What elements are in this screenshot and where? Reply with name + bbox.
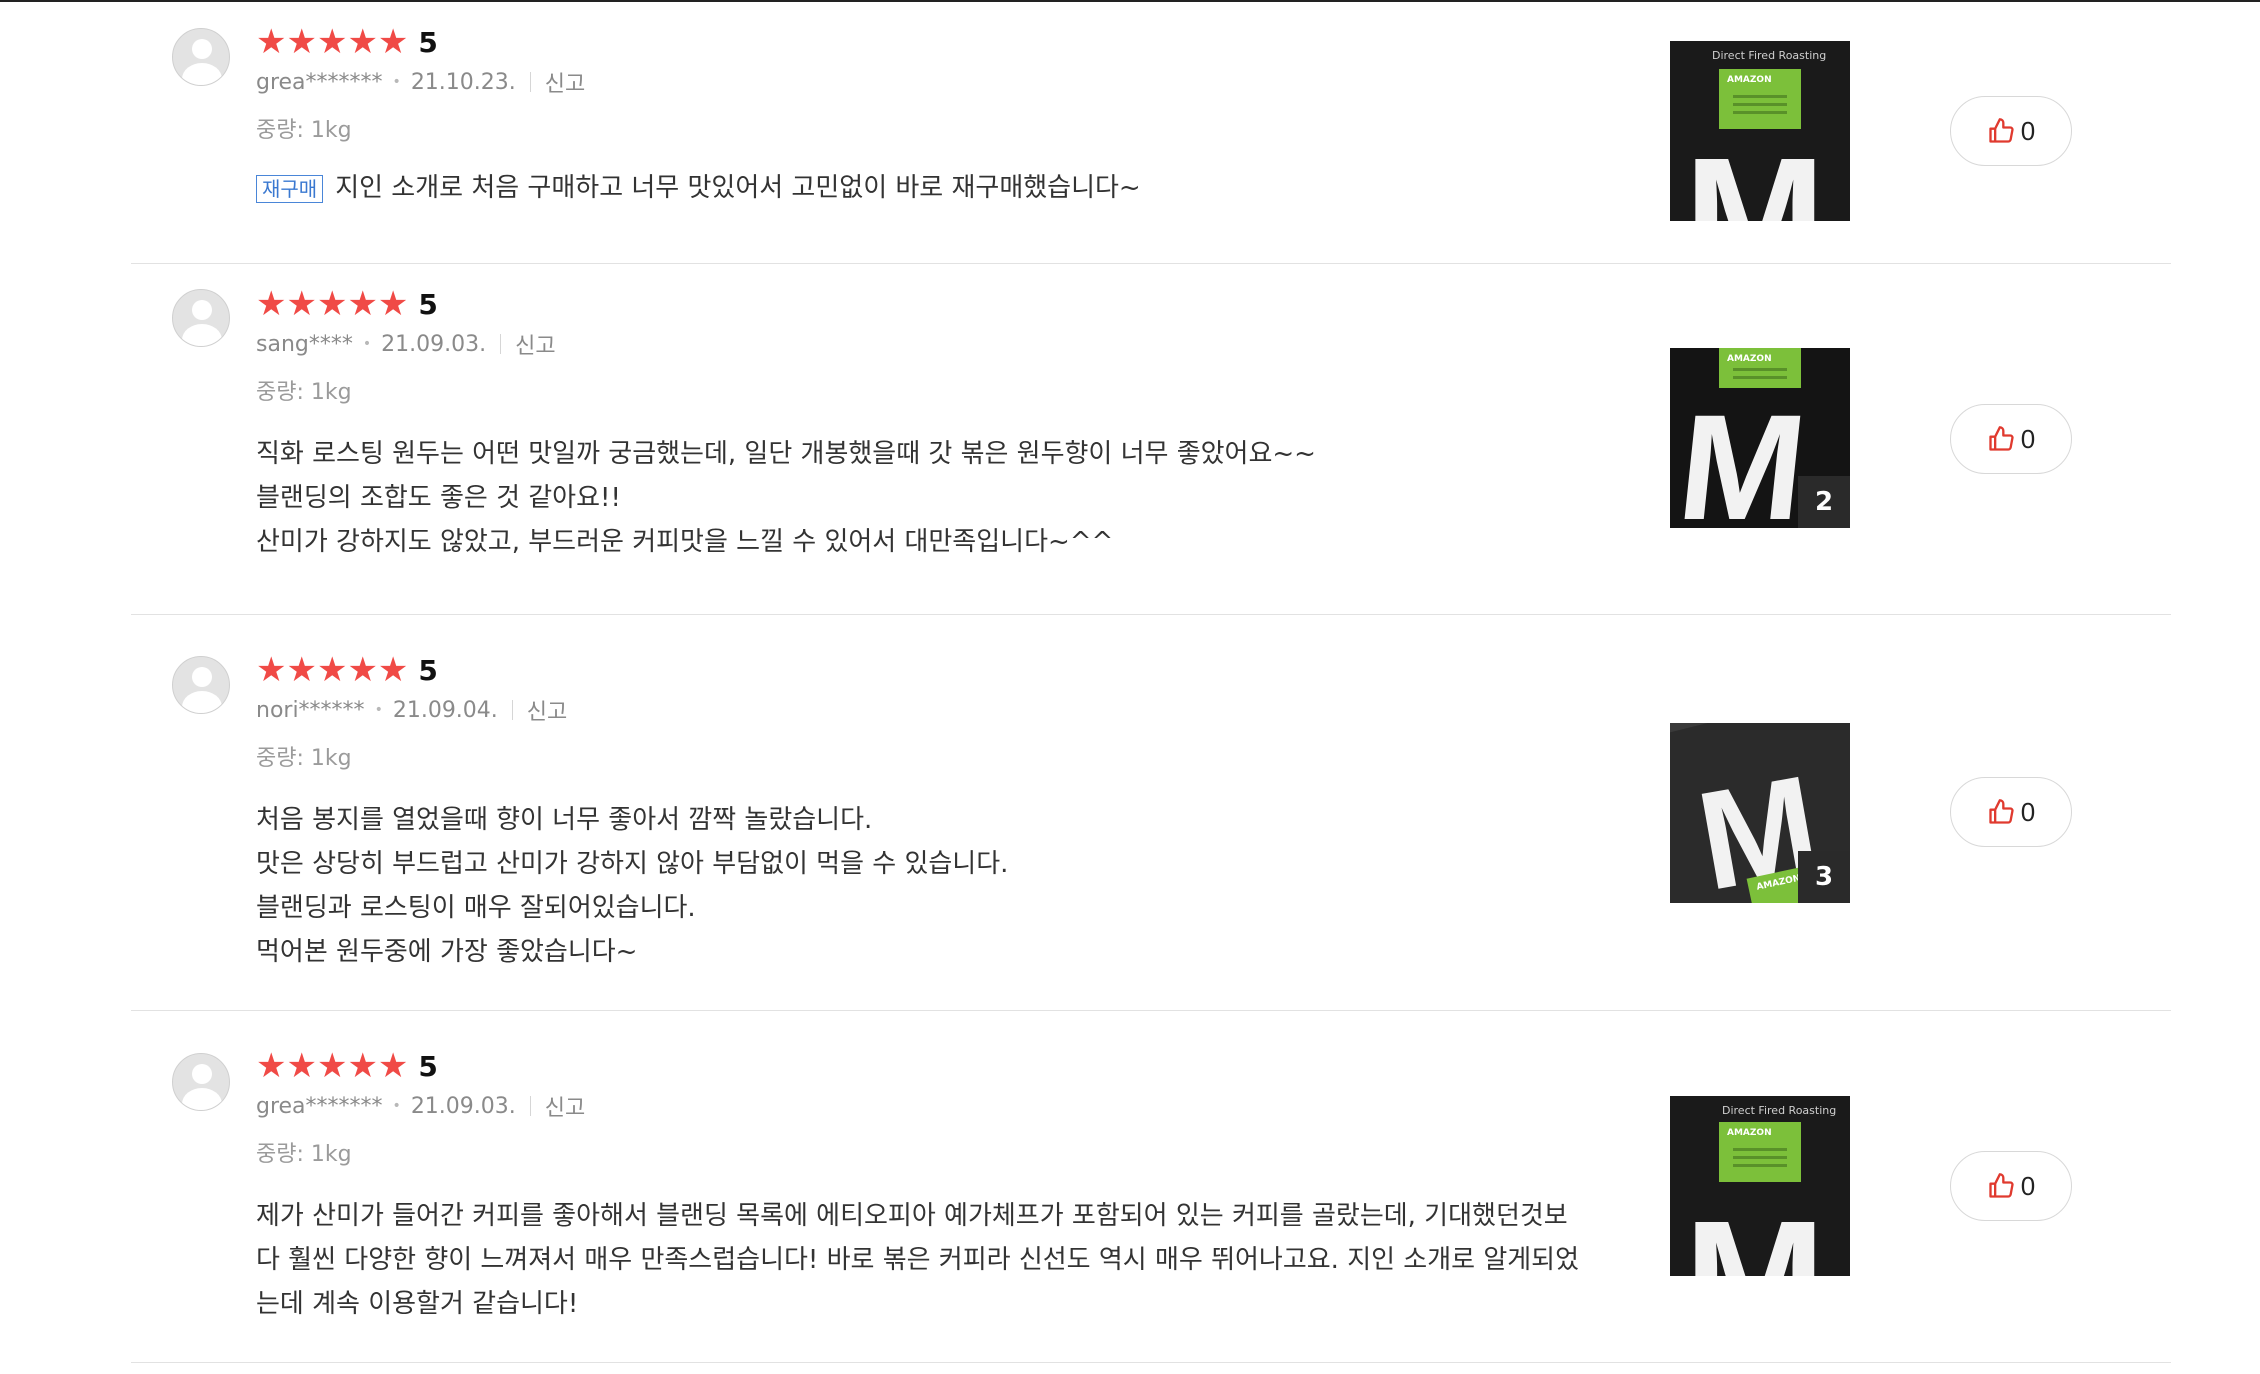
like-count: 0 [2020, 796, 2036, 827]
review-meta: nori****** • 21.09.04. 신고 [256, 694, 1716, 726]
review-meta: grea******* • 21.09.03. 신고 [256, 1090, 1716, 1122]
like-button[interactable]: 0 [1950, 96, 2072, 166]
rating: ★★★★★ 5 [256, 286, 1716, 322]
like-button[interactable]: 0 [1950, 1151, 2072, 1221]
product-option: 중량: 1kg [256, 746, 352, 771]
reviewer-id: grea******* [256, 1093, 383, 1119]
review-text: 직화 로스팅 원두는 어떤 맛일까 궁금했는데, 일단 개봉했을때 갓 볶은 원… [256, 439, 1316, 557]
report-link[interactable]: 신고 [515, 328, 555, 360]
bag-green-label: AMAZON [1719, 69, 1801, 129]
thumbs-up-icon [1989, 118, 2014, 143]
dot-separator: • [362, 336, 372, 352]
review-date: 21.09.04. [392, 697, 498, 723]
report-link[interactable]: 신고 [545, 66, 585, 98]
thumbs-up-icon [1989, 1173, 2014, 1198]
review-photo[interactable]: Direct Fired Roasting AMAZON M [1670, 1096, 1850, 1276]
thumbs-up-icon [1989, 799, 2014, 824]
report-link[interactable]: 신고 [545, 1090, 585, 1122]
review-content: ★★★★★ 5 nori****** • 21.09.04. 신고 중량: 1k… [256, 652, 1716, 974]
reviewer-id: nori****** [256, 697, 365, 723]
review-date: 21.09.03. [410, 1093, 516, 1119]
bag-label: Direct Fired Roasting [1722, 1104, 1837, 1117]
product-option: 중량: 1kg [256, 380, 352, 405]
reviewer-id: grea******* [256, 69, 383, 95]
star-rating-icon: ★★★★★ [256, 22, 409, 62]
user-avatar-icon [172, 289, 230, 347]
review-content: ★★★★★ 5 sang**** • 21.09.03. 신고 중량: 1kg … [256, 286, 1716, 564]
review-text: 처음 봉지를 열었을때 향이 너무 좋아서 깜짝 놀랐습니다. 맛은 상당히 부… [256, 805, 1009, 967]
dot-separator: • [374, 702, 383, 718]
bag-logo: M [1684, 1196, 1826, 1276]
rating: ★★★★★ 5 [256, 652, 1716, 688]
product-option: 중량: 1kg [256, 1142, 352, 1167]
report-link[interactable]: 신고 [527, 694, 567, 726]
review-meta: sang**** • 21.09.03. 신고 [256, 328, 1716, 360]
like-button[interactable]: 0 [1950, 777, 2072, 847]
bar-separator [511, 700, 513, 720]
rating-score: 5 [418, 1049, 438, 1083]
thumbs-up-icon [1989, 426, 2014, 451]
rating: ★★★★★ 5 [256, 1048, 1716, 1084]
dot-separator: • [392, 74, 401, 90]
dot-separator: • [392, 1098, 401, 1114]
user-avatar-icon [172, 28, 230, 86]
user-avatar-icon [172, 656, 230, 714]
review-content: ★★★★★ 5 grea******* • 21.09.03. 신고 중량: 1… [256, 1048, 1716, 1326]
like-count: 0 [2020, 423, 2036, 454]
review-date: 21.09.03. [381, 331, 487, 357]
star-rating-icon: ★★★★★ [256, 650, 409, 690]
product-option: 중량: 1kg [256, 118, 352, 143]
review-meta: grea******* • 21.10.23. 신고 [256, 66, 1716, 98]
bag-logo: M [1671, 383, 1814, 528]
bar-separator [500, 334, 502, 354]
review-item: ★★★★★ 5 sang**** • 21.09.03. 신고 중량: 1kg … [131, 264, 2171, 615]
bar-separator [529, 1096, 531, 1116]
review-text: 제가 산미가 들어간 커피를 좋아해서 블랜딩 목록에 에티오피아 예가체프가 … [256, 1201, 1580, 1319]
bag-logo: M [1684, 123, 1826, 221]
bag-green-label: AMAZON [1719, 1122, 1801, 1182]
review-photo[interactable]: AMAZON M 2 [1670, 348, 1850, 528]
rating: ★★★★★ 5 [256, 24, 1716, 60]
like-count: 0 [2020, 115, 2036, 146]
rating-score: 5 [418, 25, 438, 59]
rating-score: 5 [418, 287, 438, 321]
review-content: ★★★★★ 5 grea******* • 21.10.23. 신고 중량: 1… [256, 24, 1716, 210]
rating-score: 5 [418, 653, 438, 687]
star-rating-icon: ★★★★★ [256, 284, 409, 324]
bar-separator [529, 72, 531, 92]
like-button[interactable]: 0 [1950, 404, 2072, 474]
bag-green-label: AMAZON [1719, 348, 1801, 388]
review-text-wrap: 재구매 지인 소개로 처음 구매하고 너무 맛있어서 고민없이 바로 재구매했습니… [256, 166, 1716, 210]
review-item: ★★★★★ 5 nori****** • 21.09.04. 신고 중량: 1k… [131, 615, 2171, 1011]
review-item: ★★★★★ 5 grea******* • 21.09.03. 신고 중량: 1… [131, 1011, 2171, 1363]
reviewer-id: sang**** [256, 331, 353, 357]
photo-count-badge: 2 [1798, 476, 1850, 528]
repurchase-badge: 재구매 [256, 174, 324, 203]
review-photo[interactable]: Direct Fired Roasting AMAZON M [1670, 41, 1850, 221]
review-item: ★★★★★ 5 grea******* • 21.10.23. 신고 중량: 1… [131, 2, 2171, 264]
review-text: 지인 소개로 처음 구매하고 너무 맛있어서 고민없이 바로 재구매했습니다~ [335, 173, 1141, 203]
review-photo[interactable]: M AMAZON 3 [1670, 723, 1850, 903]
review-date: 21.10.23. [410, 69, 516, 95]
photo-count-badge: 3 [1798, 851, 1850, 903]
star-rating-icon: ★★★★★ [256, 1046, 409, 1086]
bag-label: Direct Fired Roasting [1712, 49, 1827, 62]
like-count: 0 [2020, 1170, 2036, 1201]
user-avatar-icon [172, 1053, 230, 1111]
